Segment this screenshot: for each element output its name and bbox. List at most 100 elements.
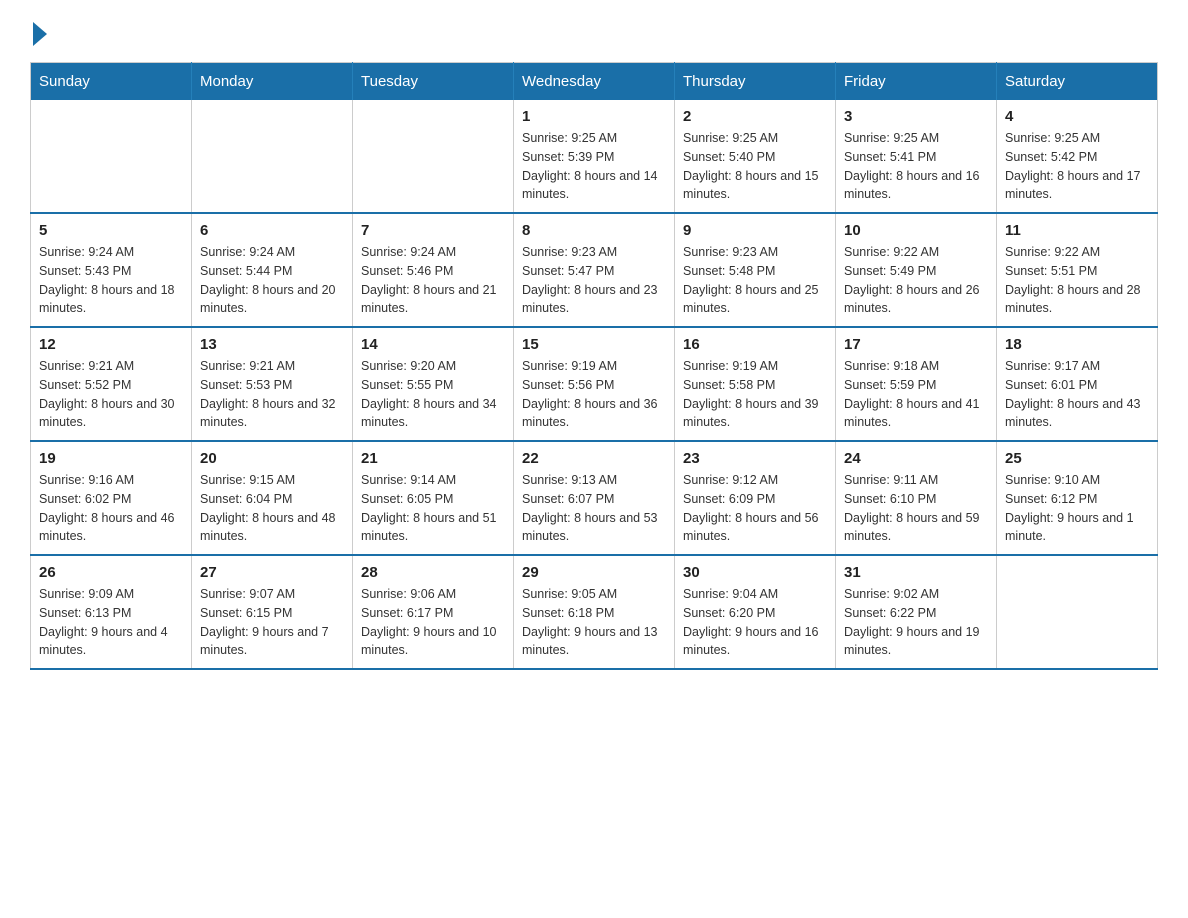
day-number: 26: [39, 564, 183, 581]
day-info: Sunrise: 9:17 AMSunset: 6:01 PMDaylight:…: [1005, 357, 1149, 432]
day-number: 5: [39, 222, 183, 239]
day-info: Sunrise: 9:13 AMSunset: 6:07 PMDaylight:…: [522, 471, 666, 546]
calendar-cell: 25 Sunrise: 9:10 AMSunset: 6:12 PMDayligh…: [997, 441, 1158, 555]
logo-triangle-icon: [33, 22, 47, 46]
day-info: Sunrise: 9:06 AMSunset: 6:17 PMDaylight:…: [361, 585, 505, 660]
day-number: 2: [683, 108, 827, 125]
day-header-tuesday: Tuesday: [353, 63, 514, 101]
calendar-cell: [353, 100, 514, 213]
day-info: Sunrise: 9:25 AMSunset: 5:41 PMDaylight:…: [844, 129, 988, 204]
calendar-cell: 22 Sunrise: 9:13 AMSunset: 6:07 PMDayligh…: [514, 441, 675, 555]
day-info: Sunrise: 9:19 AMSunset: 5:56 PMDaylight:…: [522, 357, 666, 432]
calendar-week-row: 12 Sunrise: 9:21 AMSunset: 5:52 PMDayligh…: [31, 327, 1158, 441]
calendar-cell: 5Sunrise: 9:24 AMSunset: 5:43 PMDaylight…: [31, 213, 192, 327]
day-info: Sunrise: 9:21 AMSunset: 5:53 PMDaylight:…: [200, 357, 344, 432]
day-info: Sunrise: 9:20 AMSunset: 5:55 PMDaylight:…: [361, 357, 505, 432]
calendar-cell: [192, 100, 353, 213]
calendar-cell: 1 Sunrise: 9:25 AMSunset: 5:39 PMDaylight…: [514, 100, 675, 213]
day-number: 17: [844, 336, 988, 353]
day-info: Sunrise: 9:22 AMSunset: 5:49 PMDaylight:…: [844, 243, 988, 318]
day-number: 19: [39, 450, 183, 467]
day-header-friday: Friday: [836, 63, 997, 101]
day-info: Sunrise: 9:16 AMSunset: 6:02 PMDaylight:…: [39, 471, 183, 546]
day-number: 14: [361, 336, 505, 353]
day-number: 22: [522, 450, 666, 467]
page-header: [30, 20, 1158, 46]
day-header-monday: Monday: [192, 63, 353, 101]
calendar-cell: 16 Sunrise: 9:19 AMSunset: 5:58 PMDayligh…: [675, 327, 836, 441]
day-number: 18: [1005, 336, 1149, 353]
calendar-cell: 4 Sunrise: 9:25 AMSunset: 5:42 PMDaylight…: [997, 100, 1158, 213]
day-number: 11: [1005, 222, 1149, 239]
day-header-saturday: Saturday: [997, 63, 1158, 101]
day-info: Sunrise: 9:02 AMSunset: 6:22 PMDaylight:…: [844, 585, 988, 660]
day-info: Sunrise: 9:23 AMSunset: 5:47 PMDaylight:…: [522, 243, 666, 318]
day-number: 6: [200, 222, 344, 239]
day-number: 27: [200, 564, 344, 581]
logo: [30, 20, 47, 46]
day-number: 24: [844, 450, 988, 467]
calendar-cell: 8 Sunrise: 9:23 AMSunset: 5:47 PMDaylight…: [514, 213, 675, 327]
day-number: 4: [1005, 108, 1149, 125]
day-info: Sunrise: 9:19 AMSunset: 5:58 PMDaylight:…: [683, 357, 827, 432]
calendar-table: SundayMondayTuesdayWednesdayThursdayFrid…: [30, 62, 1158, 670]
day-number: 29: [522, 564, 666, 581]
day-number: 12: [39, 336, 183, 353]
calendar-cell: 3 Sunrise: 9:25 AMSunset: 5:41 PMDaylight…: [836, 100, 997, 213]
day-info: Sunrise: 9:10 AMSunset: 6:12 PMDaylight:…: [1005, 471, 1149, 546]
day-number: 25: [1005, 450, 1149, 467]
day-info: Sunrise: 9:18 AMSunset: 5:59 PMDaylight:…: [844, 357, 988, 432]
day-number: 3: [844, 108, 988, 125]
calendar-cell: [31, 100, 192, 213]
day-info: Sunrise: 9:25 AMSunset: 5:42 PMDaylight:…: [1005, 129, 1149, 204]
calendar-cell: [997, 555, 1158, 669]
day-info: Sunrise: 9:15 AMSunset: 6:04 PMDaylight:…: [200, 471, 344, 546]
calendar-cell: 13 Sunrise: 9:21 AMSunset: 5:53 PMDayligh…: [192, 327, 353, 441]
day-number: 16: [683, 336, 827, 353]
day-header-sunday: Sunday: [31, 63, 192, 101]
calendar-cell: 31 Sunrise: 9:02 AMSunset: 6:22 PMDayligh…: [836, 555, 997, 669]
day-number: 10: [844, 222, 988, 239]
day-info: Sunrise: 9:04 AMSunset: 6:20 PMDaylight:…: [683, 585, 827, 660]
day-info: Sunrise: 9:24 AMSunset: 5:44 PMDaylight:…: [200, 243, 344, 318]
calendar-cell: 28 Sunrise: 9:06 AMSunset: 6:17 PMDayligh…: [353, 555, 514, 669]
day-number: 7: [361, 222, 505, 239]
day-number: 23: [683, 450, 827, 467]
day-headers-row: SundayMondayTuesdayWednesdayThursdayFrid…: [31, 63, 1158, 101]
day-number: 31: [844, 564, 988, 581]
day-info: Sunrise: 9:25 AMSunset: 5:40 PMDaylight:…: [683, 129, 827, 204]
day-info: Sunrise: 9:23 AMSunset: 5:48 PMDaylight:…: [683, 243, 827, 318]
day-number: 21: [361, 450, 505, 467]
calendar-week-row: 26 Sunrise: 9:09 AMSunset: 6:13 PMDayligh…: [31, 555, 1158, 669]
calendar-cell: 17 Sunrise: 9:18 AMSunset: 5:59 PMDayligh…: [836, 327, 997, 441]
calendar-week-row: 5Sunrise: 9:24 AMSunset: 5:43 PMDaylight…: [31, 213, 1158, 327]
calendar-cell: 12 Sunrise: 9:21 AMSunset: 5:52 PMDayligh…: [31, 327, 192, 441]
calendar-week-row: 1 Sunrise: 9:25 AMSunset: 5:39 PMDaylight…: [31, 100, 1158, 213]
day-number: 1: [522, 108, 666, 125]
calendar-cell: 18 Sunrise: 9:17 AMSunset: 6:01 PMDayligh…: [997, 327, 1158, 441]
day-number: 13: [200, 336, 344, 353]
calendar-cell: 29Sunrise: 9:05 AMSunset: 6:18 PMDayligh…: [514, 555, 675, 669]
calendar-cell: 21Sunrise: 9:14 AMSunset: 6:05 PMDayligh…: [353, 441, 514, 555]
calendar-cell: 20 Sunrise: 9:15 AMSunset: 6:04 PMDayligh…: [192, 441, 353, 555]
calendar-cell: 9 Sunrise: 9:23 AMSunset: 5:48 PMDaylight…: [675, 213, 836, 327]
calendar-cell: 14 Sunrise: 9:20 AMSunset: 5:55 PMDayligh…: [353, 327, 514, 441]
calendar-cell: 19 Sunrise: 9:16 AMSunset: 6:02 PMDayligh…: [31, 441, 192, 555]
calendar-week-row: 19 Sunrise: 9:16 AMSunset: 6:02 PMDayligh…: [31, 441, 1158, 555]
day-header-thursday: Thursday: [675, 63, 836, 101]
day-info: Sunrise: 9:25 AMSunset: 5:39 PMDaylight:…: [522, 129, 666, 204]
calendar-cell: 15Sunrise: 9:19 AMSunset: 5:56 PMDayligh…: [514, 327, 675, 441]
day-number: 8: [522, 222, 666, 239]
day-number: 28: [361, 564, 505, 581]
calendar-cell: 26 Sunrise: 9:09 AMSunset: 6:13 PMDayligh…: [31, 555, 192, 669]
day-info: Sunrise: 9:21 AMSunset: 5:52 PMDaylight:…: [39, 357, 183, 432]
day-number: 20: [200, 450, 344, 467]
calendar-cell: 2 Sunrise: 9:25 AMSunset: 5:40 PMDaylight…: [675, 100, 836, 213]
calendar-body: 1 Sunrise: 9:25 AMSunset: 5:39 PMDaylight…: [31, 100, 1158, 669]
day-info: Sunrise: 9:09 AMSunset: 6:13 PMDaylight:…: [39, 585, 183, 660]
calendar-cell: 6 Sunrise: 9:24 AMSunset: 5:44 PMDaylight…: [192, 213, 353, 327]
day-info: Sunrise: 9:22 AMSunset: 5:51 PMDaylight:…: [1005, 243, 1149, 318]
calendar-header: SundayMondayTuesdayWednesdayThursdayFrid…: [31, 63, 1158, 101]
day-info: Sunrise: 9:12 AMSunset: 6:09 PMDaylight:…: [683, 471, 827, 546]
day-number: 9: [683, 222, 827, 239]
